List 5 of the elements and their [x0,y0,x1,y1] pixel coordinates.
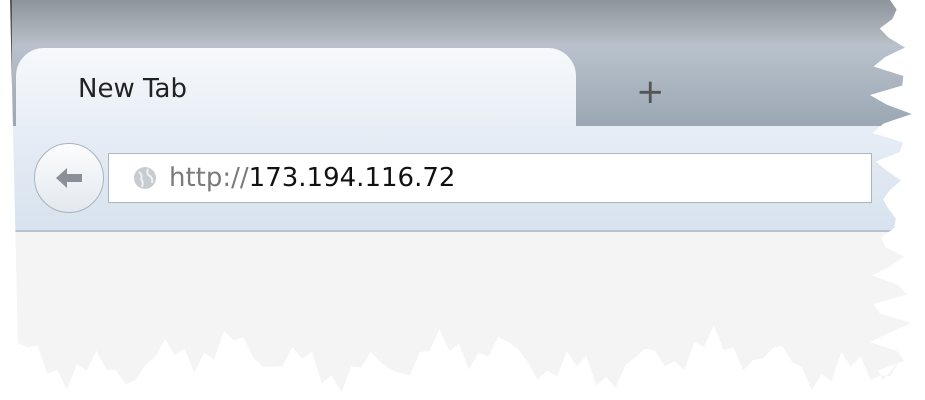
back-arrow-icon [54,165,84,191]
url-text: http://173.194.116.72 [169,163,456,193]
globe-icon [133,166,157,190]
browser-tab[interactable]: New Tab [16,48,576,126]
address-bar[interactable]: http://173.194.116.72 [108,153,872,203]
